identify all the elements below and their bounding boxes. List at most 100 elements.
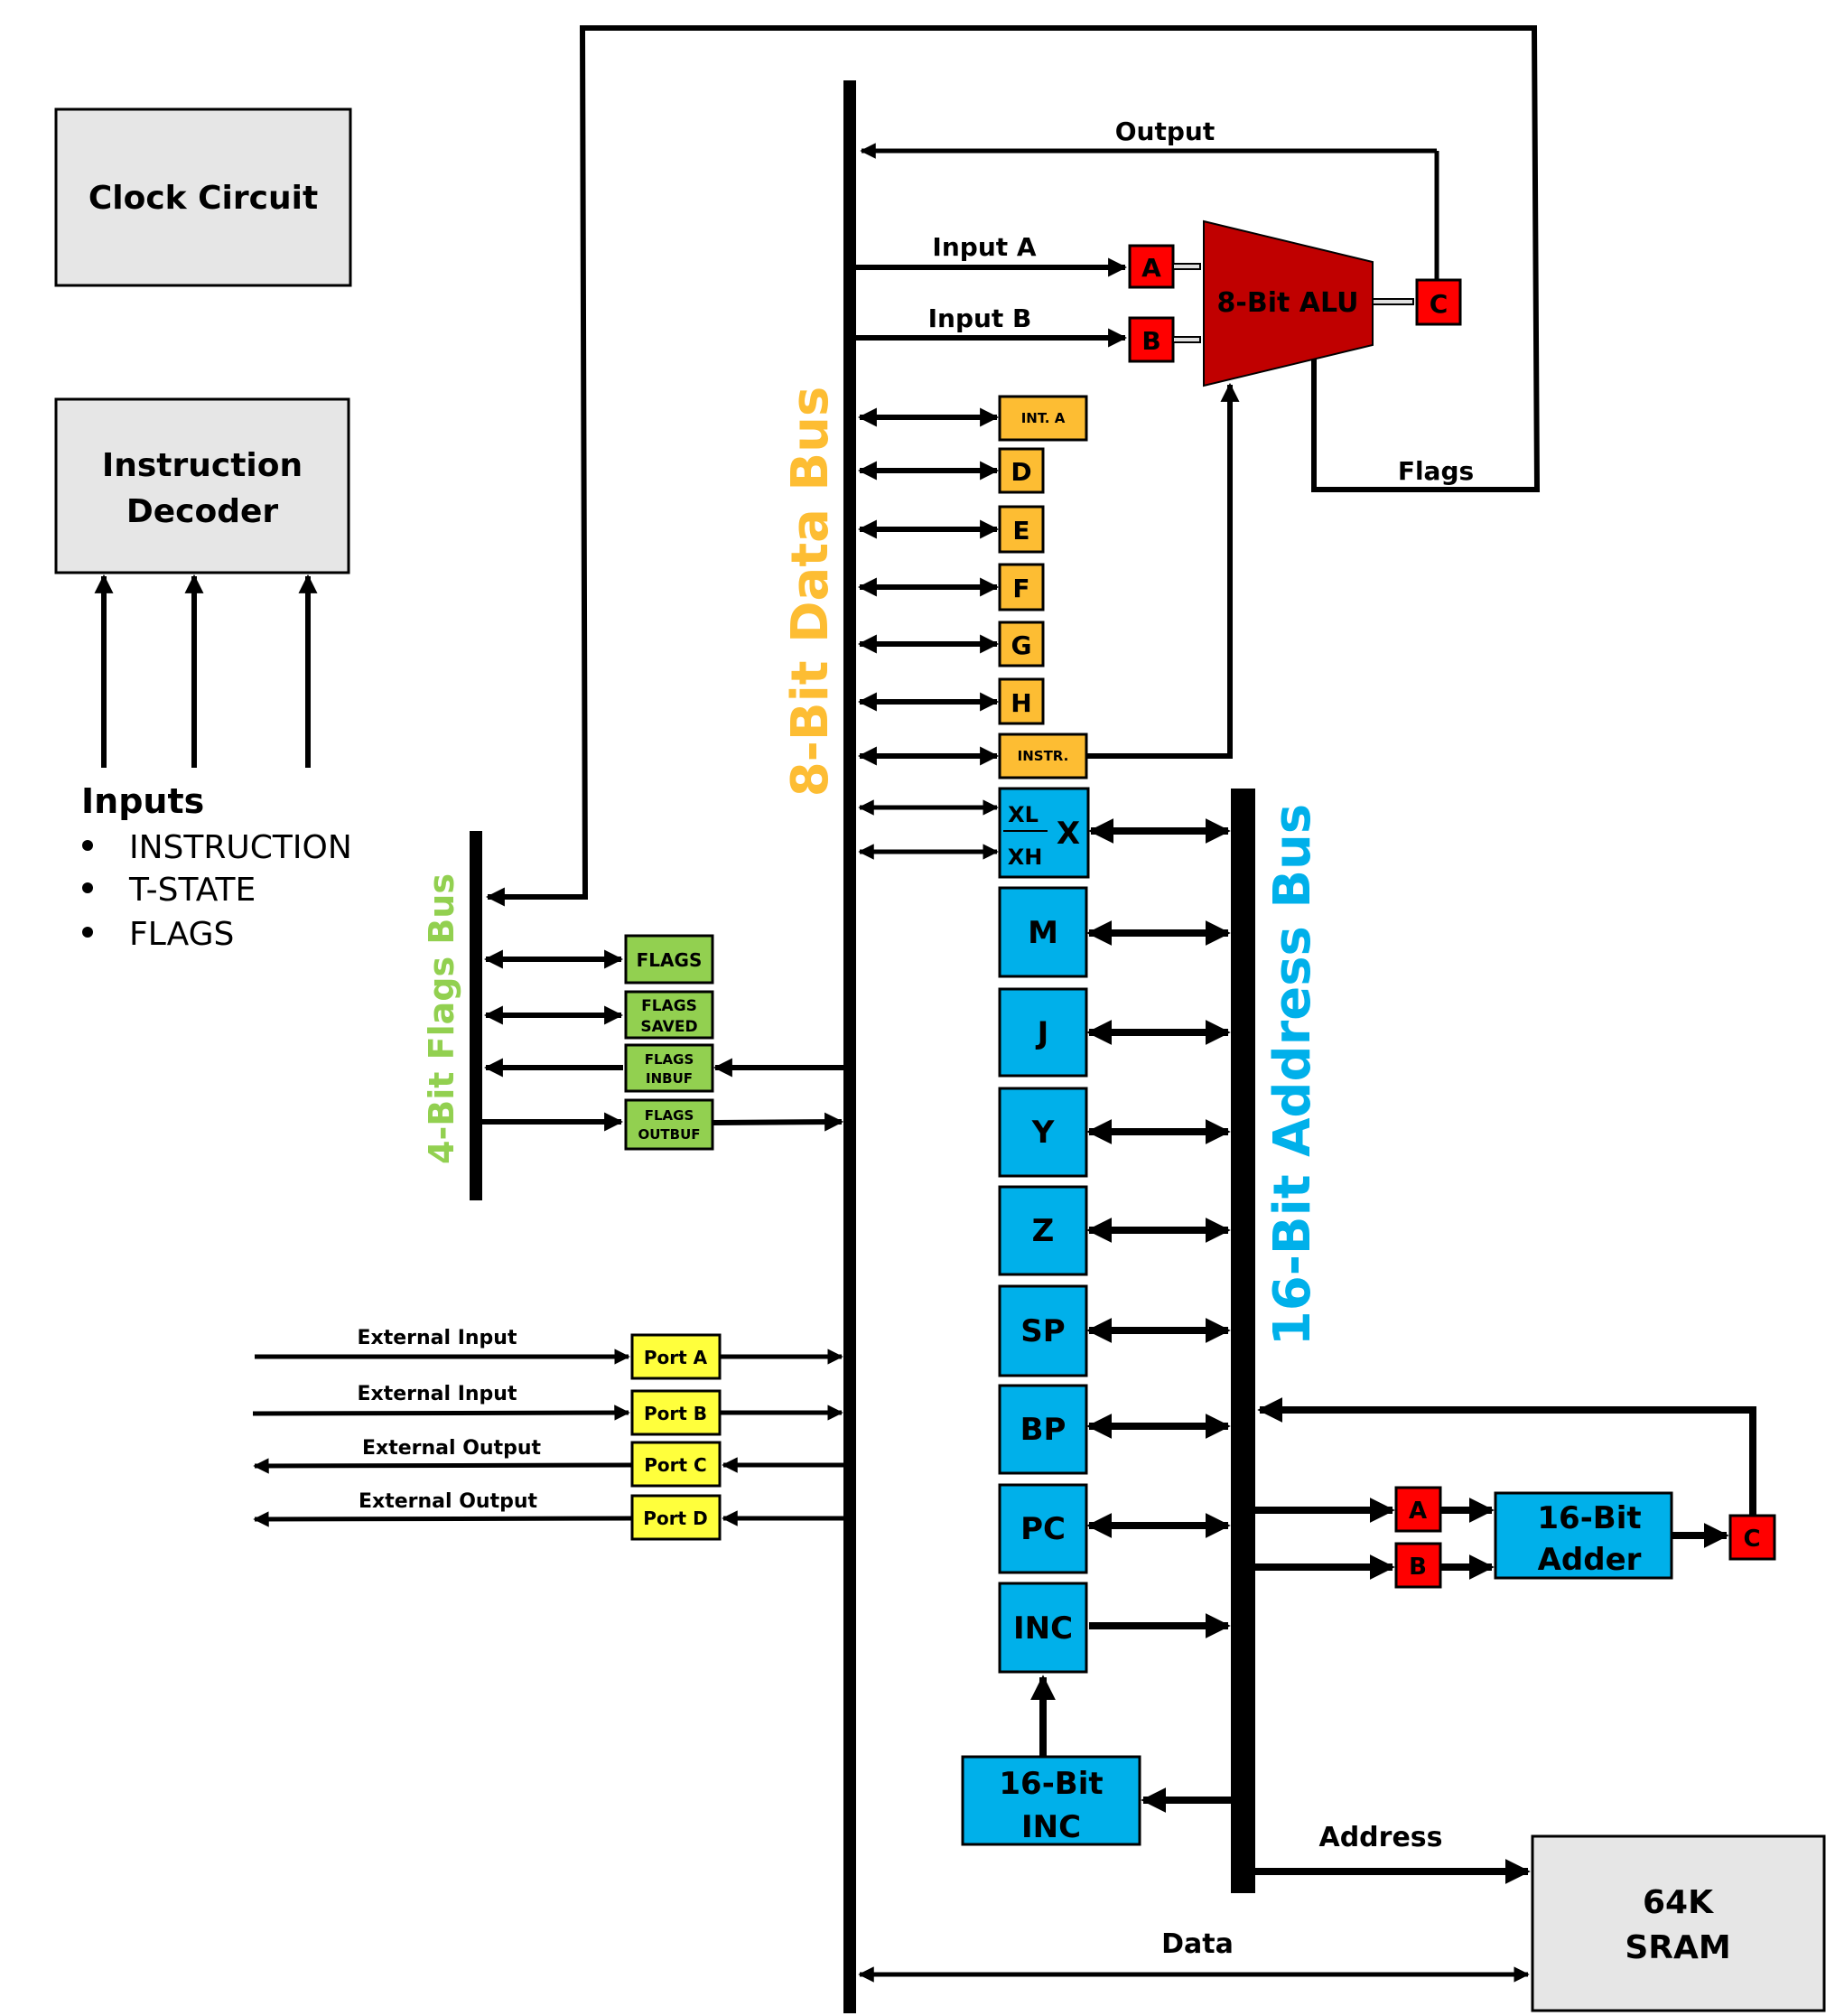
port-label: Port A (644, 1347, 708, 1368)
register-label: PC (1020, 1511, 1066, 1547)
flags-register-label: FLAGS (645, 1051, 694, 1068)
register-x[interactable]: XL XH X (858, 787, 1231, 879)
register-low-label: XL (1008, 802, 1039, 827)
adder-latch-c-label: C (1743, 1526, 1760, 1553)
input-b-label: Input B (928, 303, 1032, 333)
sram-label-line1: 64K (1643, 1884, 1714, 1921)
external-input-arrow (252, 1405, 630, 1421)
sram-box (1531, 1834, 1826, 2012)
register-f[interactable]: F (857, 563, 1045, 611)
cpu-diagram: Clock Circuit Instruction Decoder Inputs… (54, 25, 1826, 2013)
flags-register-outbuf[interactable]: FLAGS OUTBUF (482, 1098, 844, 1151)
register-label: G (1011, 630, 1032, 660)
memory-block: Address Data 64K SRAM (858, 1822, 1826, 2012)
inputs-list: Inputs INSTRUCTION T-STATE FLAGS (81, 781, 352, 953)
register-label: SP (1020, 1313, 1065, 1349)
port-signal-label: External Output (362, 1437, 542, 1460)
data-label: Data (1161, 1928, 1234, 1960)
decoder-input-arrows (94, 574, 318, 768)
alu-output-label: Output (1115, 117, 1215, 146)
incrementer-label-line2: INC (1021, 1809, 1081, 1845)
data-bus-line (843, 80, 856, 2013)
register-label: J (1036, 1015, 1049, 1051)
register-label: H (1011, 688, 1031, 718)
port-label: Port C (644, 1454, 706, 1476)
input-item: INSTRUCTION (129, 829, 352, 866)
register-m[interactable]: M (998, 886, 1231, 978)
register-e[interactable]: E (857, 505, 1045, 554)
address-bus-line (1231, 789, 1255, 1893)
registers-16bit: XL XH X M J Y Z SP BP PC INC (858, 787, 1231, 1674)
port-d[interactable]: External Output Port D (253, 1490, 843, 1541)
flags-register-label: INBUF (646, 1070, 693, 1087)
adder-label-line2: Adder (1538, 1542, 1642, 1578)
port-b[interactable]: External Input Port B (252, 1383, 843, 1436)
register-label: Y (1031, 1115, 1055, 1151)
flags-register-label: SAVED (640, 1018, 697, 1036)
register-z[interactable]: Z (998, 1185, 1231, 1276)
flags-register-label: FLAGS (641, 997, 697, 1015)
adder-block: A B 16-Bit Adder C (1255, 1397, 1776, 1589)
port-label: Port D (643, 1507, 707, 1529)
clock-circuit-label: Clock Circuit (88, 180, 318, 217)
flags-register-inbuf[interactable]: FLAGS INBUF (483, 1043, 843, 1093)
adder-latch-a-label: A (1409, 1498, 1427, 1525)
flags-register-label: FLAGS (645, 1107, 694, 1124)
register-pc[interactable]: PC (998, 1483, 1231, 1574)
register-label: INSTR. (1018, 748, 1069, 764)
clock-circuit-block: Clock Circuit (54, 107, 352, 287)
port-label: Port B (644, 1403, 707, 1424)
register-sp[interactable]: SP (998, 1284, 1231, 1377)
io-ports: External Input Port A External Input Por… (252, 1327, 843, 1541)
register-j[interactable]: J (998, 987, 1231, 1078)
data-bus-label: 8-Bit Data Bus (781, 387, 840, 798)
register-label: INC (1013, 1610, 1073, 1647)
instruction-decoder-label-line2: Decoder (126, 493, 279, 530)
instr-to-alu-arrow (1086, 382, 1240, 759)
register-label: INT. A (1021, 410, 1066, 426)
instruction-decoder-label-line1: Instruction (102, 447, 303, 484)
sram-label-line2: SRAM (1625, 1929, 1730, 1966)
alu-flags-label: Flags (1398, 456, 1474, 486)
instruction-decoder-block: Instruction Decoder (54, 397, 350, 574)
flags-register-saved[interactable]: FLAGS SAVED (483, 990, 714, 1040)
register-label: Z (1032, 1213, 1055, 1249)
register-y[interactable]: Y (998, 1087, 1231, 1178)
instruction-decoder-box (54, 397, 350, 574)
register-g[interactable]: G (857, 621, 1045, 667)
register-label: X (1057, 816, 1080, 852)
alu-latch-b-label: B (1141, 326, 1160, 356)
flags-registers: FLAGS FLAGS SAVED FLAGS INBUF FLAGS OUTB… (482, 934, 844, 1151)
external-output-arrow (253, 1458, 633, 1474)
alu-latch-a-label: A (1141, 253, 1161, 283)
register-label: D (1011, 457, 1031, 487)
register-label: E (1012, 516, 1029, 546)
port-signal-label: External Input (358, 1327, 517, 1349)
register-h[interactable]: H (857, 677, 1045, 725)
port-signal-label: External Output (359, 1490, 538, 1513)
registers-8bit: INT. A D E F G H INSTR. (857, 395, 1088, 779)
register-instr[interactable]: INSTR. (857, 733, 1088, 779)
input-item: FLAGS (129, 916, 234, 953)
register-int-a[interactable]: INT. A (857, 395, 1088, 442)
flags-register-label: OUTBUF (638, 1126, 700, 1143)
flags-register-flags[interactable]: FLAGS (483, 934, 714, 985)
port-c[interactable]: External Output Port C (253, 1437, 843, 1488)
port-a[interactable]: External Input Port A (255, 1327, 843, 1380)
alu-block: Output Input A Input B A B 8-Bit ALU C F… (856, 117, 1474, 759)
alu-latch-c-label: C (1430, 289, 1448, 319)
bullet-icon (82, 882, 93, 893)
bullet-icon (82, 927, 93, 938)
adder-label-line1: 16-Bit (1537, 1500, 1641, 1536)
flags-bus-line (470, 831, 482, 1200)
register-inc[interactable]: INC (998, 1582, 1231, 1674)
incrementer-label-line1: 16-Bit (999, 1766, 1103, 1802)
bullet-icon (82, 840, 93, 851)
register-bp[interactable]: BP (998, 1384, 1231, 1475)
register-label: M (1028, 915, 1058, 951)
register-d[interactable]: D (857, 447, 1045, 494)
flags-register-label: FLAGS (637, 949, 703, 971)
register-label: BP (1020, 1412, 1067, 1448)
input-item: T-STATE (128, 872, 256, 909)
address-label: Address (1318, 1822, 1442, 1853)
